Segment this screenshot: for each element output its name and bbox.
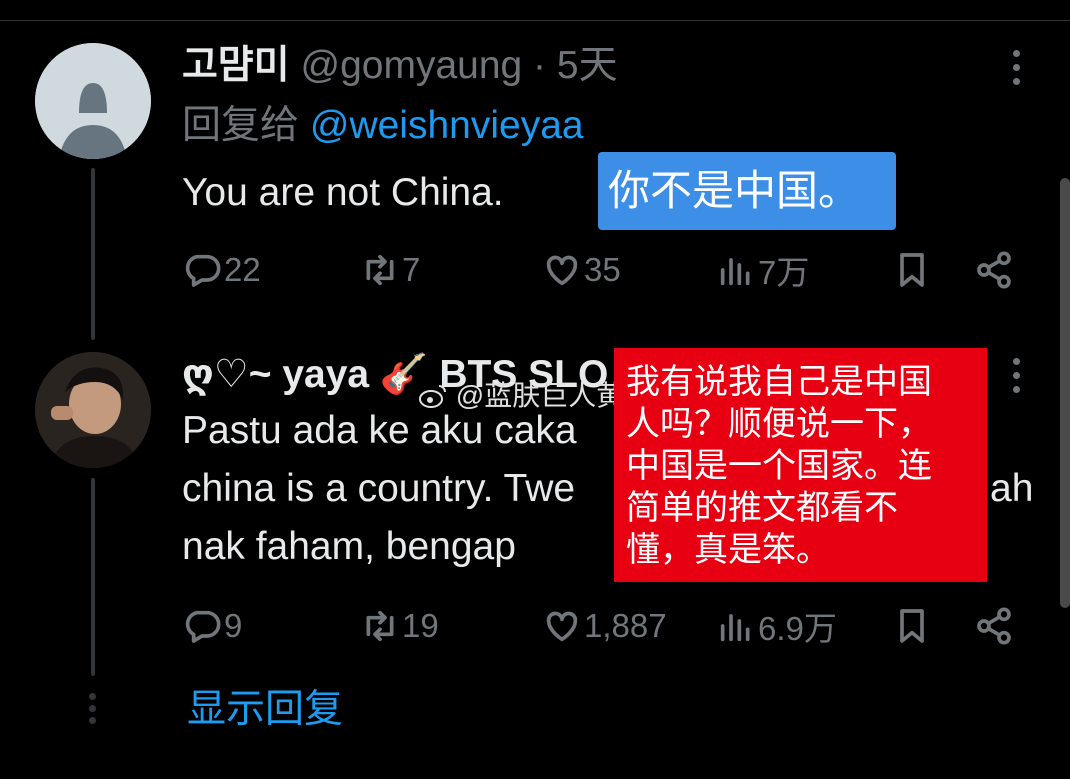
views-button[interactable]: 7万 bbox=[716, 246, 809, 294]
thread-connector bbox=[91, 168, 95, 340]
tweet-header: 고먐미 @gomyaung · 5天 bbox=[182, 43, 618, 89]
like-icon bbox=[546, 611, 578, 642]
retweet-icon bbox=[366, 610, 394, 642]
retweet-count: 7 bbox=[402, 251, 421, 288]
thread-dot bbox=[89, 705, 96, 712]
like-count: 1,887 bbox=[584, 607, 667, 644]
weibo-icon bbox=[419, 385, 446, 408]
like-count: 35 bbox=[584, 251, 621, 288]
reply-context: 回复给 @weishnvieyaa bbox=[182, 103, 584, 149]
action-bar: 22 7 35 7万 bbox=[182, 246, 1018, 294]
top-divider bbox=[0, 20, 1070, 21]
retweet-button[interactable]: 7 bbox=[360, 246, 420, 294]
more-icon[interactable] bbox=[1010, 358, 1022, 393]
timestamp[interactable]: 5天 bbox=[557, 44, 618, 87]
retweet-count: 19 bbox=[402, 607, 439, 644]
tweet-text-line: nak faham, bengap bbox=[182, 525, 516, 568]
like-icon bbox=[546, 255, 578, 286]
views-icon bbox=[720, 614, 750, 642]
display-name[interactable]: 고먐미 bbox=[182, 44, 290, 87]
share-icon bbox=[977, 251, 1011, 289]
reply-button[interactable]: 9 bbox=[182, 602, 242, 650]
reply-count: 22 bbox=[224, 251, 261, 288]
translation-line: 懂，真是笨。 bbox=[626, 531, 830, 569]
tweet-text-line: china is a country. Twe bbox=[182, 467, 576, 510]
reply-label: 回复给 bbox=[182, 104, 300, 147]
translation-overlay-red: 我有说我自己是中国 人吗？顺便说一下， 中国是一个国家。连 简单的推文都看不 懂… bbox=[614, 348, 987, 582]
translation-overlay-blue: 你不是中国。 bbox=[598, 152, 896, 230]
user-avatar[interactable] bbox=[35, 352, 151, 468]
handle[interactable]: @gomyaung bbox=[300, 44, 522, 87]
retweet-button[interactable]: 19 bbox=[360, 602, 439, 650]
reply-mention-link[interactable]: @weishnvieyaa bbox=[310, 104, 584, 147]
share-button[interactable] bbox=[974, 602, 1014, 650]
thread-dot bbox=[89, 717, 96, 724]
views-icon bbox=[720, 258, 750, 286]
like-button[interactable]: 35 bbox=[542, 246, 621, 294]
share-button[interactable] bbox=[974, 246, 1014, 294]
like-button[interactable]: 1,887 bbox=[542, 602, 667, 650]
tweet-text-fragment: ah bbox=[990, 467, 1034, 510]
translation-line: 中国是一个国家。连 bbox=[626, 447, 932, 485]
share-icon bbox=[977, 607, 1011, 645]
views-count: 7万 bbox=[758, 254, 810, 291]
bookmark-button[interactable] bbox=[892, 246, 932, 294]
bookmark-button[interactable] bbox=[892, 602, 932, 650]
reply-button[interactable]: 22 bbox=[182, 246, 261, 294]
tweet-text: You are not China. bbox=[182, 171, 504, 214]
reply-icon bbox=[185, 254, 221, 287]
thread-connector bbox=[91, 478, 95, 676]
translation-line: 人吗？顺便说一下， bbox=[626, 405, 932, 443]
bookmark-icon bbox=[900, 253, 924, 287]
weibo-watermark: @蓝肤巨人黄 bbox=[418, 374, 624, 414]
thread-dot bbox=[89, 693, 96, 700]
default-avatar-icon[interactable] bbox=[35, 43, 151, 159]
views-count: 6.9万 bbox=[758, 610, 837, 647]
bookmark-icon bbox=[900, 609, 924, 643]
scrollbar[interactable] bbox=[1060, 178, 1070, 608]
separator: · bbox=[533, 44, 547, 87]
translation-line: 我有说我自己是中国 bbox=[626, 363, 932, 401]
retweet-icon bbox=[366, 254, 394, 286]
watermark-text: @蓝肤巨人黄 bbox=[455, 380, 625, 411]
views-button[interactable]: 6.9万 bbox=[716, 602, 837, 650]
reply-count: 9 bbox=[224, 607, 243, 644]
show-replies-link[interactable]: 显示回复 bbox=[187, 686, 343, 734]
action-bar: 9 19 1,887 6.9万 bbox=[182, 602, 1018, 650]
translation-line: 简单的推文都看不 bbox=[626, 489, 898, 527]
more-icon[interactable] bbox=[1010, 50, 1022, 85]
reply-icon bbox=[185, 610, 221, 643]
